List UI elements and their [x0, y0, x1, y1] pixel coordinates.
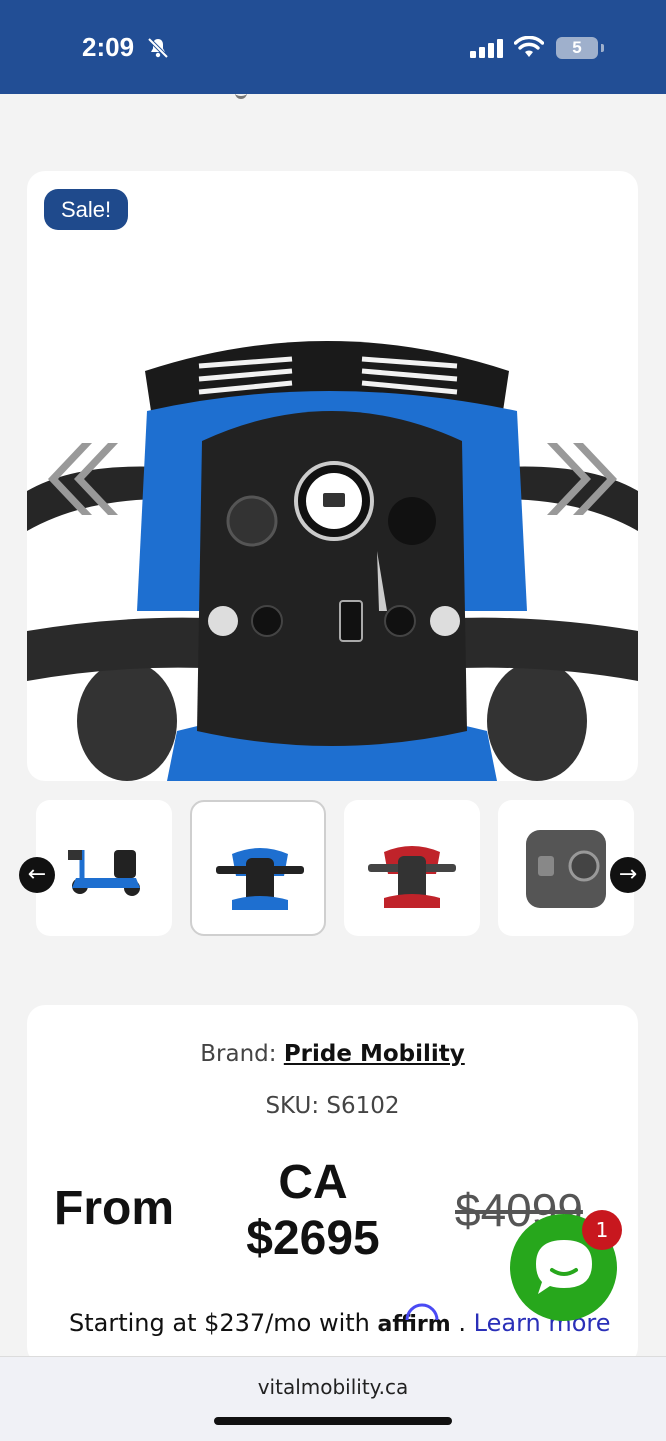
thumbnail-1[interactable]	[36, 800, 172, 936]
status-bar: 2:09 5	[0, 0, 666, 94]
battery-icon: 5	[556, 37, 598, 59]
url-text[interactable]: vitalmobility.ca	[0, 1375, 666, 1399]
status-time: 2:09	[82, 32, 135, 62]
price-currency: CA	[278, 1156, 348, 1209]
product-image[interactable]	[27, 311, 638, 781]
brand-line: Brand: Pride Mobility	[27, 1041, 638, 1067]
affirm-suffix: .	[458, 1309, 466, 1337]
sale-price: CA $2695	[223, 1155, 403, 1267]
browser-url-bar[interactable]: vitalmobility.ca	[0, 1356, 666, 1441]
image-next-arrow[interactable]	[547, 441, 623, 517]
product-image-card: Sale!	[27, 171, 638, 781]
sale-badge: Sale!	[44, 189, 129, 230]
price-from-label: From	[54, 1182, 174, 1235]
battery-tip	[601, 44, 604, 52]
clipped-heading	[0, 94, 666, 100]
sku-text: SKU: S6102	[265, 1093, 400, 1119]
price-amount: $2695	[246, 1212, 380, 1265]
affirm-text: Starting at $237/mo with	[69, 1309, 370, 1337]
home-indicator	[214, 1417, 452, 1425]
thumbnail-prev-button[interactable]: ←	[19, 857, 55, 893]
bell-slash-icon	[147, 37, 169, 59]
chat-unread-badge: 1	[582, 1210, 622, 1250]
brand-label: Brand:	[200, 1041, 277, 1067]
affirm-logo: affirm	[378, 1303, 459, 1337]
signal-icon	[470, 39, 503, 58]
brand-link[interactable]: Pride Mobility	[284, 1041, 465, 1067]
wifi-icon	[514, 36, 544, 57]
thumbnail-strip: ← →	[0, 796, 666, 946]
thumbnail-3[interactable]	[344, 800, 480, 936]
thumbnail-next-button[interactable]: →	[610, 857, 646, 893]
thumbnail-2[interactable]	[190, 800, 326, 936]
affirm-arc-icon	[405, 1303, 439, 1321]
image-prev-arrow[interactable]	[42, 441, 118, 517]
